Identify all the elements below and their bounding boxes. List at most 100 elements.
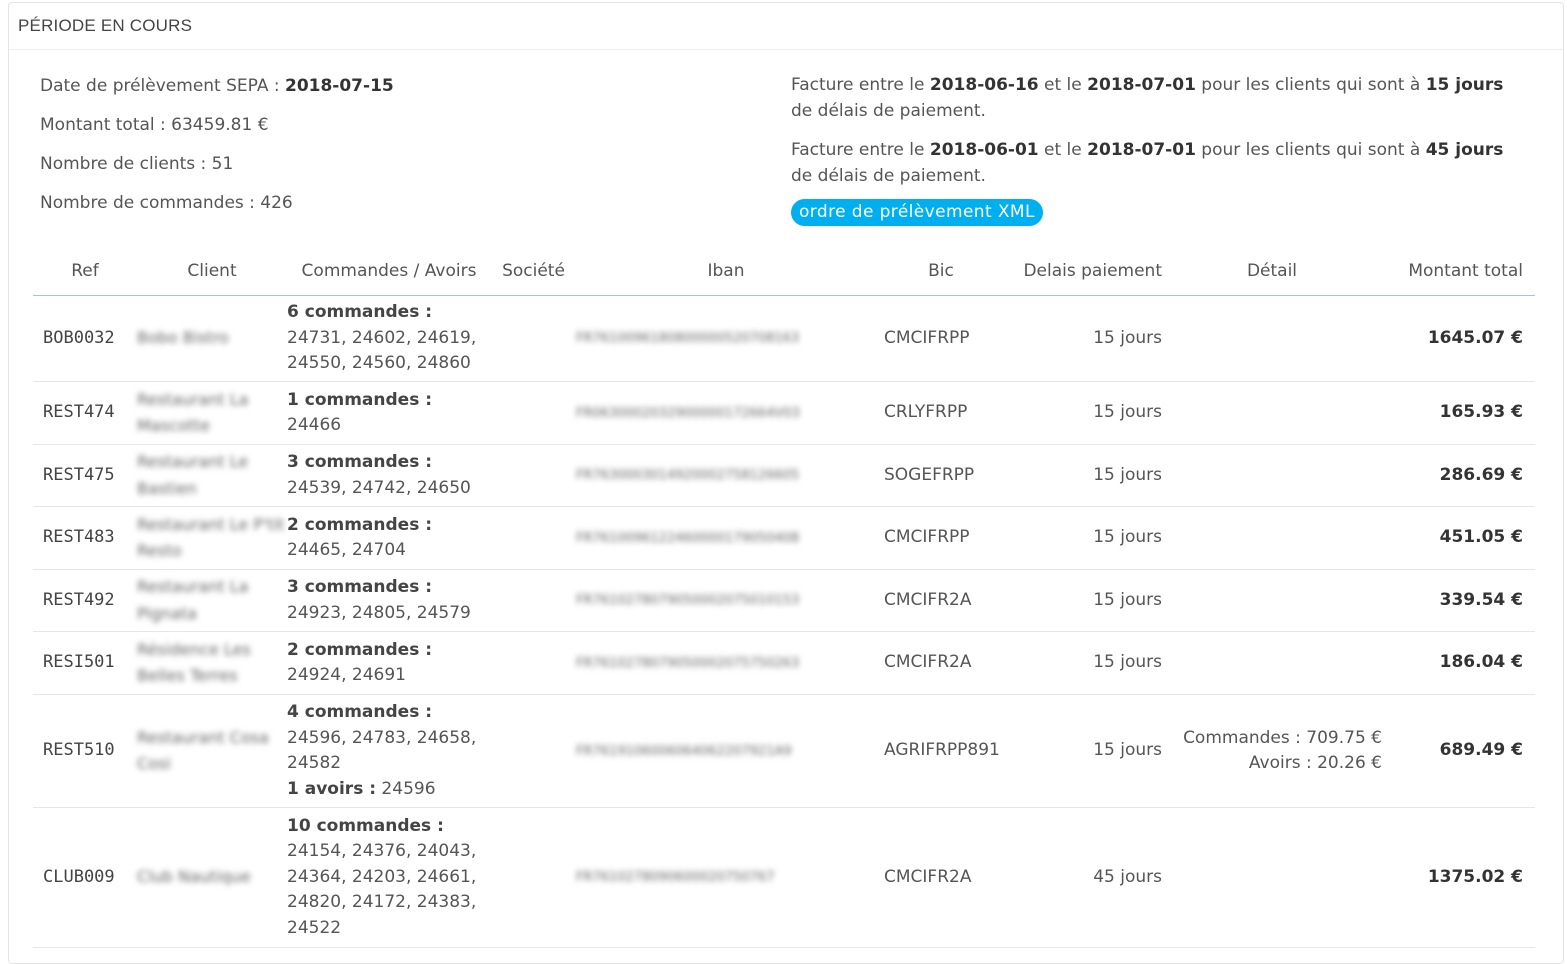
table-row[interactable]: REST475 Restaurant Le Bastien 3 commande…: [33, 444, 1535, 507]
orders-list: 24923, 24805, 24579: [287, 602, 471, 623]
col-bic[interactable]: Bic: [876, 247, 1006, 296]
cell-detail: [1162, 506, 1382, 570]
cell-societe: [491, 694, 576, 808]
cell-delais: 15 jours: [1006, 381, 1162, 445]
cell-ref: CLUB009: [33, 807, 137, 948]
start-date: 2018-06-16: [929, 75, 1039, 95]
text: Facture entre le: [791, 75, 930, 95]
panel-title: PÉRIODE EN COURS: [9, 3, 1563, 50]
iban-value: FR7619106006064062207921A9: [576, 743, 792, 759]
end-date: 2018-07-01: [1087, 140, 1196, 160]
cell-societe: [491, 569, 576, 632]
montant-total: Montant total : 63459.81 €: [40, 115, 269, 135]
cell-orders: 6 commandes : 24731, 24602, 24619, 24550,…: [287, 295, 491, 382]
cell-client: Restaurant Le P'tit Resto: [137, 506, 287, 570]
table-row[interactable]: BOB0032 Bobo Bistro 6 commandes : 24731, …: [33, 295, 1535, 382]
iban-value: FR7610278079050002075010153: [576, 593, 800, 609]
cell-total: 1375.02 €: [1382, 807, 1535, 948]
cell-ref: RESI501: [33, 631, 137, 695]
start-date: 2018-06-01: [929, 140, 1039, 160]
sepa-date: Date de prélèvement SEPA : 2018-07-15: [40, 72, 394, 111]
cell-ref: REST475: [33, 444, 137, 507]
cell-client: Restaurant La Pignata: [137, 569, 287, 632]
cell-iban: FR7630003014920002758126605: [576, 444, 876, 507]
sepa-date-value: 2018-07-15: [284, 76, 394, 96]
summary-right: Facture entre le 2018-06-16 et le 2018-0…: [791, 72, 1521, 226]
client-name: Restaurant Cosa Cosi: [137, 727, 269, 774]
text: et le: [1038, 75, 1088, 95]
nombre-commandes: Nombre de commandes : 426: [40, 193, 293, 213]
cell-ref: REST492: [33, 569, 137, 632]
cell-total: 451.05 €: [1382, 506, 1535, 570]
cell-detail: [1162, 444, 1382, 507]
col-ref[interactable]: Ref: [33, 247, 137, 296]
cell-detail: [1162, 569, 1382, 632]
cell-total: 286.69 €: [1382, 444, 1535, 507]
cell-client: Restaurant La Mascotte: [137, 381, 287, 445]
cell-societe: [491, 506, 576, 570]
cell-iban: FR7610096122460000179050408: [576, 506, 876, 570]
orders-title: 2 commandes :: [287, 514, 433, 535]
orders-list: 24466: [287, 415, 342, 435]
table-row[interactable]: CLUB009 Club Nautique 10 commandes : 2415…: [33, 807, 1535, 948]
table-row[interactable]: REST492 Restaurant La Pignata 3 commande…: [33, 569, 1535, 632]
cell-detail: [1162, 807, 1382, 948]
cell-societe: [491, 381, 576, 445]
invoice-line-2: Facture entre le 2018-06-01 et le 2018-0…: [791, 137, 1521, 189]
cell-ref: REST474: [33, 381, 137, 445]
iban-value: FR7630003014920002758126605: [576, 468, 800, 484]
table-row[interactable]: REST474 Restaurant La Mascotte 1 command…: [33, 381, 1535, 445]
col-societe[interactable]: Société: [491, 247, 576, 296]
col-client[interactable]: Client: [137, 247, 287, 296]
cell-total: 186.04 €: [1382, 631, 1535, 695]
text: et le: [1038, 140, 1088, 160]
orders-list: 24731, 24602, 24619, 24550, 24560, 24860: [287, 327, 477, 374]
orders-list: 24596, 24783, 24658, 24582: [287, 727, 477, 774]
table-header: Ref Client Commandes / Avoirs Société Ib…: [33, 247, 1535, 296]
col-commandes[interactable]: Commandes / Avoirs: [287, 247, 491, 296]
text: pour les clients qui sont à: [1195, 140, 1426, 160]
cell-iban: FR7610278079050002075750263: [576, 631, 876, 695]
iban-value: FR7610278090600020750767: [576, 870, 775, 886]
table-row[interactable]: RESI501 Résidence Les Belles Terres 2 co…: [33, 631, 1535, 695]
col-iban[interactable]: Iban: [576, 247, 876, 296]
cell-orders: 3 commandes : 24923, 24805, 24579: [287, 569, 491, 632]
current-period-panel: PÉRIODE EN COURS Date de prélèvement SEP…: [8, 2, 1564, 964]
cell-client: Bobo Bistro: [137, 295, 287, 382]
cell-delais: 15 jours: [1006, 506, 1162, 570]
client-name: Résidence Les Belles Terres: [137, 639, 251, 686]
iban-value: FR7610096122460000179050408: [576, 530, 800, 546]
col-total[interactable]: Montant total: [1382, 247, 1535, 296]
cell-delais: 15 jours: [1006, 295, 1162, 382]
cell-client: Résidence Les Belles Terres: [137, 631, 287, 695]
orders-title: 6 commandes :: [287, 302, 433, 323]
orders-list: 24924, 24691: [287, 665, 406, 685]
cell-detail: [1162, 295, 1382, 382]
col-delais[interactable]: Delais paiement: [1006, 247, 1162, 296]
cell-orders: 1 commandes : 24466: [287, 381, 491, 445]
orders-title: 3 commandes :: [287, 452, 433, 472]
col-detail[interactable]: Détail: [1162, 247, 1382, 296]
cell-client: Club Nautique: [137, 807, 287, 948]
client-name: Restaurant Le P'tit Resto: [137, 514, 285, 561]
table-row[interactable]: REST510 Restaurant Cosa Cosi 4 commandes…: [33, 694, 1535, 808]
cell-orders: 3 commandes : 24539, 24742, 24650: [287, 444, 491, 507]
cell-orders: 10 commandes : 24154, 24376, 24043, 24364…: [287, 807, 491, 948]
iban-value: FR0630002032900000172664V03: [576, 405, 800, 421]
xml-order-button[interactable]: ordre de prélèvement XML: [791, 199, 1043, 226]
orders-list: 24465, 24704: [287, 540, 406, 560]
avoirs-title: 1 avoirs :: [287, 778, 377, 799]
cell-iban: FR7610096180800000520708163: [576, 295, 876, 382]
orders-title: 10 commandes :: [287, 815, 444, 836]
sepa-date-label: Date de prélèvement SEPA :: [40, 76, 285, 96]
table-row[interactable]: REST483 Restaurant Le P'tit Resto 2 comm…: [33, 506, 1535, 570]
iban-value: FR7610096180800000520708163: [576, 331, 800, 347]
orders-title: 3 commandes :: [287, 577, 433, 597]
cell-bic: AGRIFRPP891: [876, 694, 1006, 808]
cell-client: Restaurant Cosa Cosi: [137, 694, 287, 808]
detail-avoirs: Avoirs : 20.26 €: [1248, 753, 1382, 773]
cell-iban: FR0630002032900000172664V03: [576, 381, 876, 445]
cell-bic: CMCIFRPP: [876, 295, 1006, 382]
detail-commandes: Commandes : 709.75 €: [1183, 727, 1382, 748]
cell-societe: [491, 295, 576, 382]
